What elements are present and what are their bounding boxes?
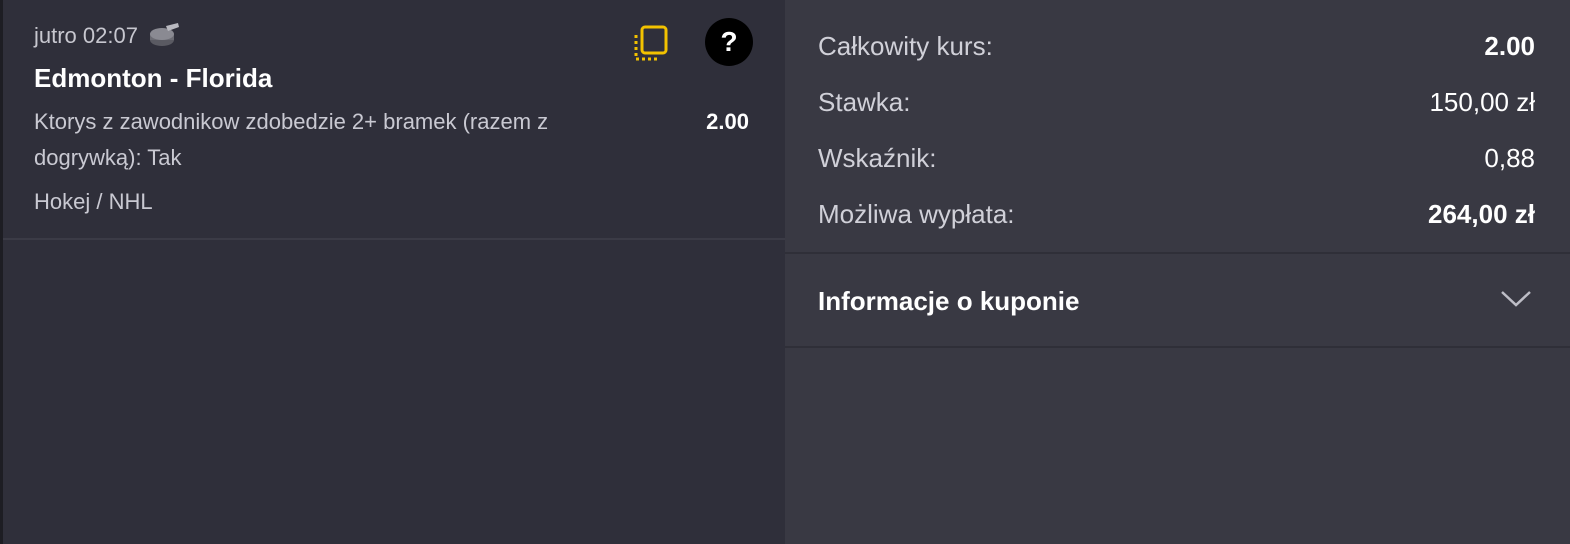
bet-card: jutro 02:07 Edmonton - Florida Ktorys z … xyxy=(3,0,785,240)
total-odds-row: Całkowity kurs: 2.00 xyxy=(818,28,1535,64)
coupon-info-title: Informacje o kuponie xyxy=(818,286,1080,316)
bet-summary: Całkowity kurs: 2.00 Stawka: 150,00 zł W… xyxy=(785,0,1570,254)
total-odds-label: Całkowity kurs: xyxy=(818,30,993,61)
bet-category: Hokej / NHL xyxy=(34,189,153,214)
bet-selection: Ktorys z zawodnikow zdobedzie 2+ bramek … xyxy=(34,109,549,170)
payout-label: Możliwa wypłata: xyxy=(818,198,1015,229)
coupon-info-toggle[interactable]: Informacje o kuponie xyxy=(785,254,1570,348)
stake-value: 150,00 zł xyxy=(1429,86,1535,117)
help-icon[interactable]: ? xyxy=(705,18,753,66)
indicator-label: Wskaźnik: xyxy=(818,142,937,173)
summary-panel: Całkowity kurs: 2.00 Stawka: 150,00 zł W… xyxy=(785,0,1570,544)
stake-label: Stawka: xyxy=(818,86,911,117)
indicator-value: 0,88 xyxy=(1484,142,1535,173)
payout-value: 264,00 zł xyxy=(1428,198,1535,229)
total-odds-value: 2.00 xyxy=(1484,30,1535,61)
chevron-down-icon xyxy=(1500,286,1532,310)
event-time-row: jutro 02:07 xyxy=(34,20,180,52)
event-name: Edmonton - Florida xyxy=(34,63,273,93)
bet-odds: 2.00 xyxy=(706,109,749,134)
hockey-puck-icon xyxy=(148,22,180,50)
copy-icon[interactable] xyxy=(631,24,671,64)
stake-row: Stawka: 150,00 zł xyxy=(818,84,1535,120)
payout-row: Możliwa wypłata: 264,00 zł xyxy=(818,196,1535,232)
event-time: jutro 02:07 xyxy=(34,23,138,48)
betslip-screen: jutro 02:07 Edmonton - Florida Ktorys z … xyxy=(0,0,1570,544)
bet-list-panel: jutro 02:07 Edmonton - Florida Ktorys z … xyxy=(3,0,785,544)
indicator-row: Wskaźnik: 0,88 xyxy=(818,140,1535,176)
